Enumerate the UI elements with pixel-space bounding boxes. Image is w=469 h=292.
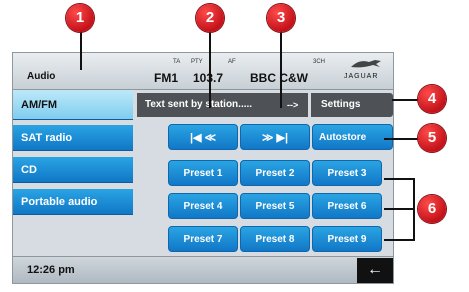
back-button[interactable]: ← bbox=[357, 258, 393, 283]
station-text-arrow[interactable]: --> bbox=[287, 93, 298, 117]
af-indicator: AF bbox=[228, 59, 236, 65]
callout-5: 5 bbox=[418, 124, 446, 152]
callout-2-line bbox=[209, 30, 211, 108]
callout-3: 3 bbox=[267, 4, 295, 32]
3ch-indicator: 3CH bbox=[313, 59, 326, 65]
callout-6-line-top bbox=[384, 178, 414, 180]
callout-6-line-mid bbox=[384, 208, 414, 210]
callout-6-line-bottom bbox=[384, 239, 414, 241]
clock: 12:26 pm bbox=[27, 264, 75, 276]
jaguar-logo-text: JAGUAR bbox=[344, 73, 379, 80]
callout-5-line bbox=[384, 138, 422, 140]
callout-2: 2 bbox=[196, 4, 224, 32]
stage: Audio TA PTY AF 3CH FM1 103.7 BBC C&W JA… bbox=[0, 0, 469, 292]
preset-1-button[interactable]: Preset 1 bbox=[168, 160, 238, 186]
infotainment-screen: Audio TA PTY AF 3CH FM1 103.7 BBC C&W JA… bbox=[12, 52, 394, 284]
callout-4: 4 bbox=[418, 85, 446, 113]
sidebar-item-portable-audio[interactable]: Portable audio bbox=[13, 189, 133, 215]
sidebar-item-am-fm[interactable]: AM/FM bbox=[13, 90, 133, 120]
station-text-bar: Text sent by station..... --> bbox=[137, 93, 308, 117]
preset-6-button[interactable]: Preset 6 bbox=[312, 193, 382, 219]
preset-2-button[interactable]: Preset 2 bbox=[240, 160, 310, 186]
footer-bar: 12:26 pm ← bbox=[13, 256, 393, 283]
seek-back-button[interactable]: |◀ ≪ bbox=[168, 124, 238, 150]
preset-8-button[interactable]: Preset 8 bbox=[240, 226, 310, 252]
station-text: Text sent by station..... bbox=[145, 99, 253, 110]
preset-7-button[interactable]: Preset 7 bbox=[168, 226, 238, 252]
preset-4-button[interactable]: Preset 4 bbox=[168, 193, 238, 219]
callout-1-line bbox=[80, 30, 82, 70]
callout-3-line bbox=[280, 30, 282, 108]
band-label: FM1 bbox=[154, 71, 178, 85]
station-label: BBC C&W bbox=[250, 71, 308, 85]
ta-indicator: TA bbox=[173, 59, 181, 65]
settings-button[interactable]: Settings bbox=[311, 93, 393, 117]
audio-label: Audio bbox=[27, 71, 56, 82]
seek-forward-button[interactable]: ≫ ▶| bbox=[240, 124, 310, 150]
preset-3-button[interactable]: Preset 3 bbox=[312, 160, 382, 186]
preset-9-button[interactable]: Preset 9 bbox=[312, 226, 382, 252]
callout-1: 1 bbox=[66, 4, 94, 32]
callout-6-bracket bbox=[413, 178, 415, 241]
autostore-button[interactable]: Autostore bbox=[312, 124, 393, 150]
callout-6: 6 bbox=[418, 195, 446, 223]
header-bar: Audio TA PTY AF 3CH FM1 103.7 BBC C&W JA… bbox=[13, 53, 393, 90]
preset-5-button[interactable]: Preset 5 bbox=[240, 193, 310, 219]
sidebar-item-cd[interactable]: CD bbox=[13, 157, 133, 183]
pty-indicator: PTY bbox=[191, 59, 203, 65]
sidebar-item-sat-radio[interactable]: SAT radio bbox=[13, 125, 133, 151]
